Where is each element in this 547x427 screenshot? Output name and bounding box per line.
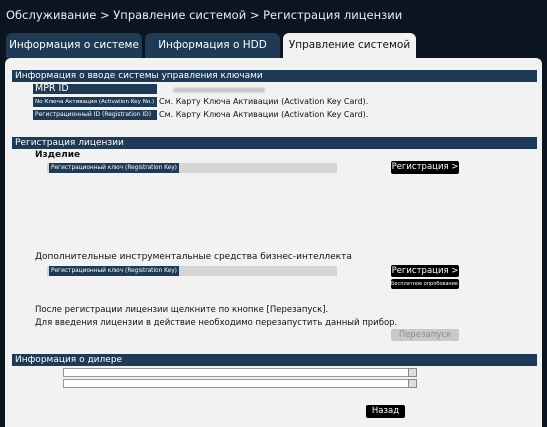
activation-key-value: См. Карту Ключа Активации (Activation Ke…	[159, 97, 369, 106]
bi-registration-key-field[interactable]: Регистрационный ключ (Registration Key)	[47, 266, 337, 276]
dealer-info-header: Информация о дилере	[12, 354, 537, 366]
bi-tools-label: Дополнительные инструментальные средства…	[35, 252, 352, 262]
registration-id-label: Регистрационный ID (Registration ID)	[33, 110, 157, 120]
product-registration-key-field[interactable]: Регистрационный ключ (Registration Key)	[47, 163, 337, 173]
registration-id-value: См. Карту Ключа Активации (Activation Ke…	[159, 110, 369, 119]
back-button[interactable]: Назад	[366, 405, 405, 418]
breadcrumb: Обслуживание > Управление системой > Рег…	[0, 0, 547, 30]
tab-system-management[interactable]: Управление системой	[283, 33, 416, 58]
free-trial-button[interactable]: Бесплатное опробование >	[391, 279, 464, 289]
key-info-header: Информация о вводе системы управления кл…	[12, 70, 537, 82]
restart-note-line1: После регистрации лицензии щелкните по к…	[35, 305, 329, 315]
bi-registration-key-label: Регистрационный ключ (Registration Key)	[49, 266, 179, 276]
restart-button[interactable]: Перезапуск	[391, 329, 459, 341]
tab-hdd-info[interactable]: Информация о HDD	[145, 33, 280, 58]
scroll-arrow-icon[interactable]	[408, 368, 417, 377]
product-registration-key-label: Регистрационный ключ (Registration Key)	[49, 163, 179, 173]
scroll-arrow-icon[interactable]	[408, 379, 417, 388]
product-label: Изделие	[35, 150, 81, 160]
bi-register-button[interactable]: Регистрация >	[391, 265, 459, 277]
tab-bar: Информация о системе Информация о HDD Уп…	[0, 30, 547, 58]
mpr-id-label: MPR ID	[33, 84, 157, 94]
dealer-info-field-2[interactable]	[63, 379, 409, 388]
restart-note-line2: Для введения лицензии в действие необход…	[35, 318, 398, 328]
activation-key-label: No Ключа Активации (Activation Key No.)	[33, 97, 157, 107]
mpr-id-value	[173, 88, 265, 92]
tab-system-info[interactable]: Информация о системе	[6, 33, 142, 58]
dealer-info-field-1[interactable]	[63, 368, 409, 377]
register-button[interactable]: Регистрация >	[391, 161, 459, 174]
license-registration-header: Регистрация лицензии	[12, 137, 537, 149]
